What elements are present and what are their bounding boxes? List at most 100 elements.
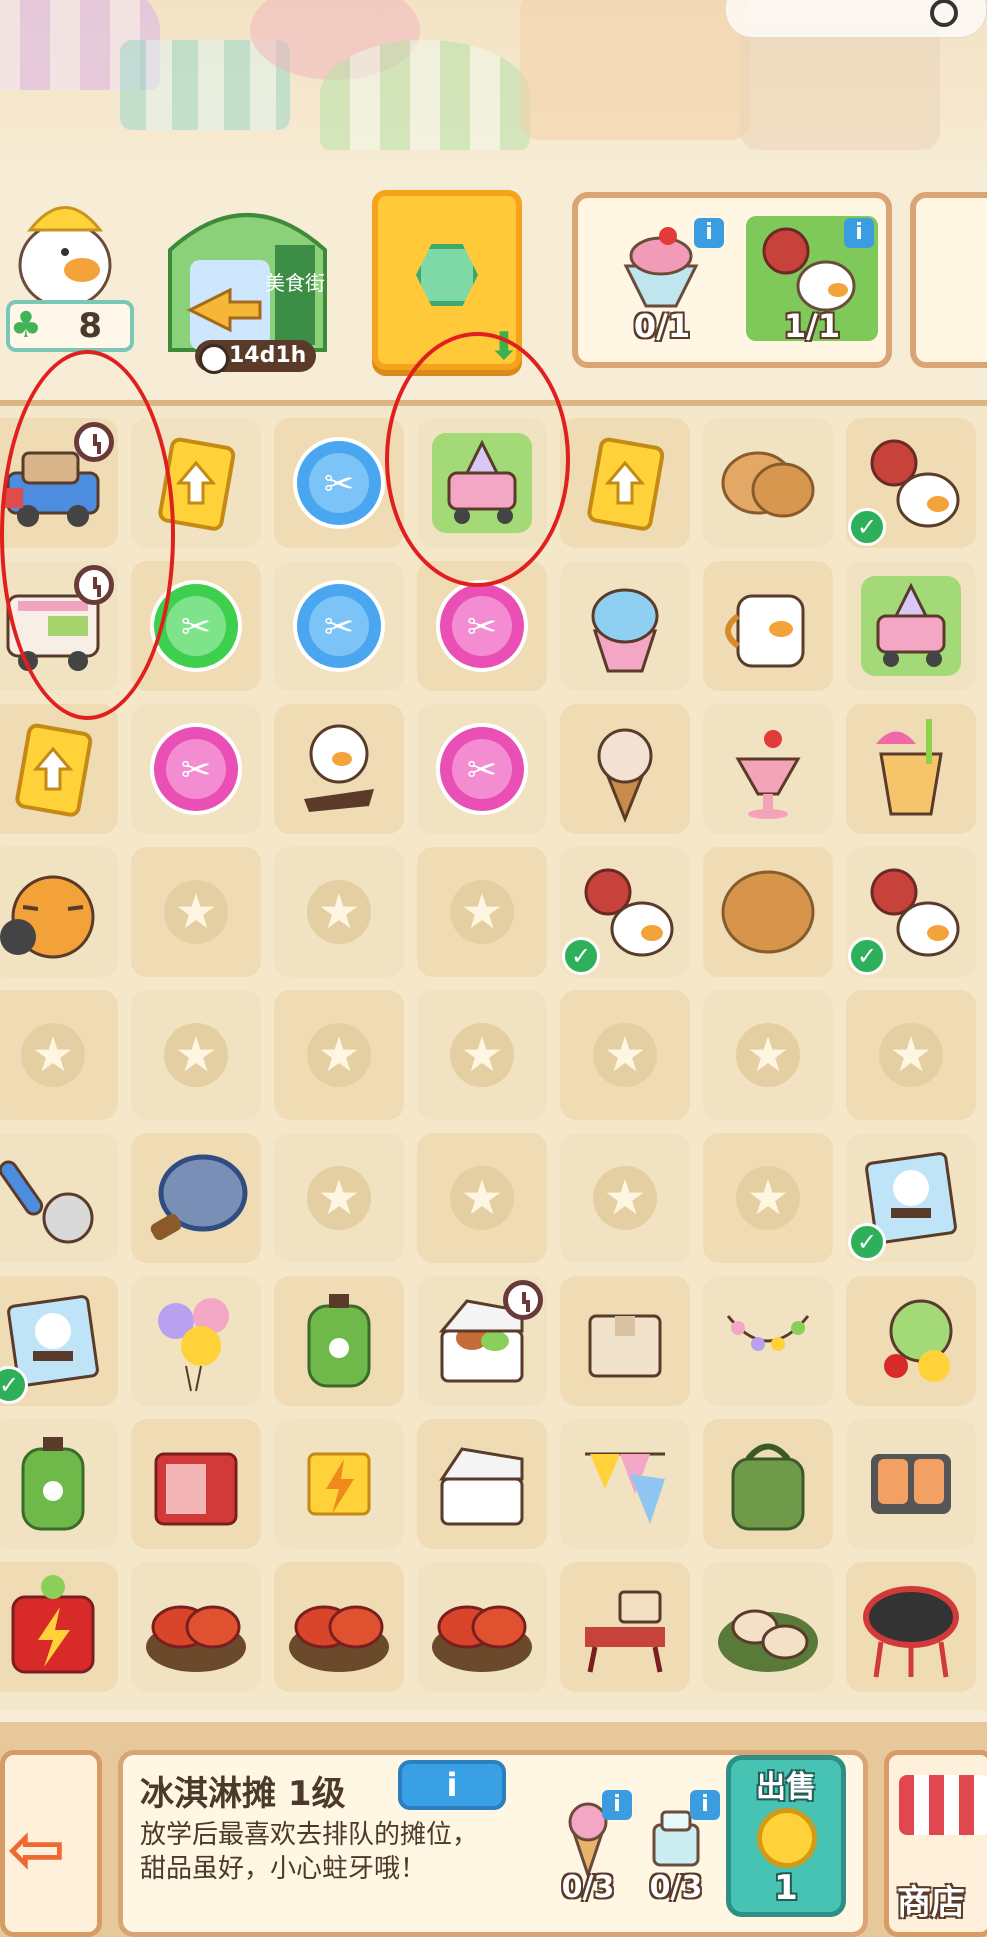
board-cell[interactable] [417,1276,547,1406]
info-icon[interactable]: i [694,218,724,248]
sell-button[interactable]: 出售 1 [726,1755,846,1917]
board-cell[interactable] [846,1276,976,1406]
requirement-item[interactable]: i 0/3 [636,1790,720,1905]
close-icon[interactable] [930,0,958,27]
order-item[interactable]: i 0/1 [596,216,728,351]
board-cell[interactable]: ✓ [846,1133,976,1263]
info-icon[interactable]: i [602,1790,632,1820]
board-cell[interactable] [703,990,833,1120]
exit-arrow-icon: ⇦ [7,1808,66,1890]
sell-price: 1 [774,1868,798,1908]
requirement-count: 0/3 [649,1870,703,1905]
board-cell[interactable] [0,561,118,691]
board-cell[interactable] [846,704,976,834]
board-cell[interactable] [274,1419,404,1549]
check-icon: ✓ [848,1223,886,1261]
requirement-item[interactable]: i 0/3 [548,1790,632,1905]
board-cell[interactable] [274,847,404,977]
energy-generator-icon [0,1572,108,1682]
board-cell[interactable] [703,1276,833,1406]
board-cell[interactable] [560,1562,690,1692]
board-cell[interactable] [703,418,833,548]
gem-reward-card[interactable]: ⬇ [372,190,522,370]
shop-button[interactable]: 商店 [884,1750,987,1937]
board-cell[interactable] [274,1562,404,1692]
food-street-gate-icon[interactable]: 美食街 [160,190,335,360]
stall-awning [520,0,750,140]
board-cell[interactable] [131,847,261,977]
svg-text:✂: ✂ [181,607,211,648]
gas-canister-icon [284,1286,394,1396]
board-cell[interactable] [846,561,976,691]
board-cell[interactable]: ✓ [846,418,976,548]
board-cell[interactable]: ✓ [560,847,690,977]
board-cell[interactable] [131,1419,261,1549]
board-cell[interactable]: ✂ [274,418,404,548]
board-cell[interactable] [131,1562,261,1692]
board-cell[interactable] [131,418,261,548]
info-icon[interactable]: i [844,218,874,248]
pink-scissors-orb-icon: ✂ [427,571,537,681]
info-button[interactable]: i [398,1760,506,1810]
green-backpack-icon [713,1429,823,1539]
board-cell[interactable] [703,847,833,977]
info-icon[interactable]: i [690,1790,720,1820]
crayfish-plate-icon [141,1572,251,1682]
board-cell[interactable] [846,990,976,1120]
board-cell[interactable] [703,1419,833,1549]
board-cell[interactable] [0,847,118,977]
order-panel-next[interactable] [910,192,987,368]
board-cell[interactable] [560,1419,690,1549]
svg-text:✂: ✂ [324,607,354,648]
board-cell[interactable] [703,704,833,834]
upgrade-card-icon [0,714,108,824]
ice-cream-scoop-icon [0,1143,108,1253]
board-cell[interactable]: ✂ [131,561,261,691]
board-cell[interactable]: ✂ [131,704,261,834]
board-cell[interactable] [560,990,690,1120]
board-cell[interactable] [417,1562,547,1692]
board-cell[interactable] [0,1133,118,1263]
board-cell[interactable]: ✂ [274,561,404,691]
exit-button[interactable]: ⇦ [0,1750,102,1937]
board-cell[interactable] [0,704,118,834]
board-cell[interactable] [703,561,833,691]
board-cell[interactable] [274,1276,404,1406]
board-cell[interactable] [274,990,404,1120]
tropical-drink-icon [856,714,966,824]
board-cell[interactable] [131,1133,261,1263]
board-cell[interactable] [417,990,547,1120]
board-cell[interactable] [417,1419,547,1549]
board-cell[interactable] [131,990,261,1120]
cardboard-box-icon [570,1286,680,1396]
mini-program-capsule[interactable] [725,0,987,38]
board-cell[interactable] [417,847,547,977]
board-cell[interactable] [0,418,118,548]
board-cell[interactable] [846,1562,976,1692]
board-cell[interactable] [560,1133,690,1263]
board-cell[interactable] [560,418,690,548]
board-cell[interactable]: ✂ [417,561,547,691]
board-cell[interactable] [703,1562,833,1692]
board-cell[interactable] [0,1419,118,1549]
board-cell[interactable]: ✂ [417,704,547,834]
board-cell[interactable] [560,1276,690,1406]
order-item[interactable]: i 1/1 [746,216,878,351]
board-cell[interactable] [846,1419,976,1549]
board-cell[interactable]: ✓ [846,847,976,977]
gas-canister-icon [0,1429,108,1539]
board-cell[interactable]: ✓ [0,1276,118,1406]
board-cell[interactable] [0,990,118,1120]
board-cell[interactable] [274,704,404,834]
board-cell[interactable] [703,1133,833,1263]
board-cell[interactable] [131,1276,261,1406]
board-cell[interactable] [560,704,690,834]
flatbread-icon [713,857,823,967]
board-cell[interactable] [274,1133,404,1263]
board-cell[interactable] [417,418,547,548]
pink-scissors-orb-icon: ✂ [427,714,537,824]
board-cell[interactable] [0,1562,118,1692]
order-panel: i 0/1 i 1/1 [572,192,892,368]
board-cell[interactable] [417,1133,547,1263]
board-cell[interactable] [560,561,690,691]
